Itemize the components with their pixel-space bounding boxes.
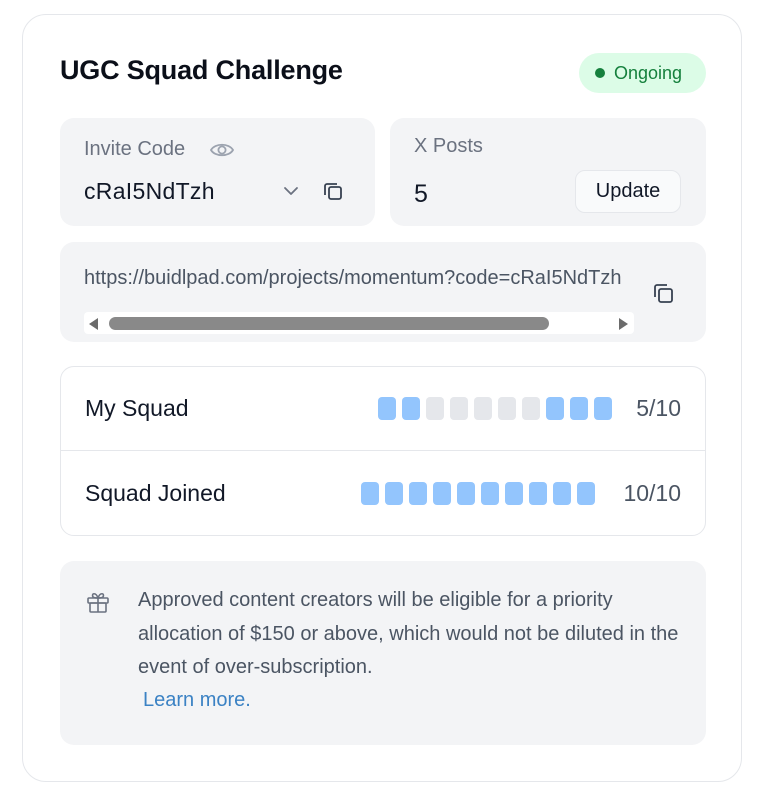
copy-icon[interactable] xyxy=(321,179,345,203)
x-posts-label: X Posts xyxy=(414,135,483,157)
squad-segment-empty xyxy=(498,397,516,420)
squad-progress-segments xyxy=(361,482,595,505)
scrollbar-thumb[interactable] xyxy=(109,317,549,330)
squad-segment-filled xyxy=(546,397,564,420)
squad-row-label: Squad Joined xyxy=(85,480,226,506)
scroll-right-arrow-icon[interactable] xyxy=(619,318,628,330)
squad-segment-filled xyxy=(594,397,612,420)
squad-segment-filled xyxy=(577,482,595,505)
squad-row-squad-joined: Squad Joined 10/10 xyxy=(61,452,705,536)
invite-code-value: cRaI5NdTzh xyxy=(84,178,215,204)
squad-segment-empty xyxy=(522,397,540,420)
squad-row-my-squad: My Squad 5/10 xyxy=(61,367,705,451)
squad-segment-filled xyxy=(529,482,547,505)
squad-segment-filled xyxy=(378,397,396,420)
squad-segment-filled xyxy=(361,482,379,505)
x-posts-panel: X Posts 5 Update xyxy=(390,118,706,226)
squad-segment-filled xyxy=(553,482,571,505)
squad-row-count: 5/10 xyxy=(636,395,681,421)
x-posts-count: 5 xyxy=(414,180,428,208)
status-label: Ongoing xyxy=(614,62,683,83)
copy-url-icon[interactable] xyxy=(650,280,676,306)
squad-segment-filled xyxy=(385,482,403,505)
squad-segment-filled xyxy=(570,397,588,420)
referral-url-panel: https://buidlpad.com/projects/momentum?c… xyxy=(60,242,706,342)
squad-segment-filled xyxy=(433,482,451,505)
card-title: UGC Squad Challenge xyxy=(60,55,343,85)
squad-segment-filled xyxy=(457,482,475,505)
eye-icon[interactable] xyxy=(209,139,235,161)
status-dot-icon xyxy=(595,68,605,78)
referral-url-scroller[interactable]: https://buidlpad.com/projects/momentum?c… xyxy=(84,267,634,291)
squad-segment-empty xyxy=(474,397,492,420)
squad-segment-filled xyxy=(505,482,523,505)
info-panel: Approved content creators will be eligib… xyxy=(60,561,706,745)
squad-progress-segments xyxy=(378,397,612,420)
chevron-down-icon[interactable] xyxy=(282,184,300,198)
invite-code-panel: Invite Code cRaI5NdTzh xyxy=(60,118,375,226)
squad-segment-filled xyxy=(481,482,499,505)
squad-row-label: My Squad xyxy=(85,395,189,421)
gift-icon xyxy=(87,592,109,613)
squad-segment-filled xyxy=(409,482,427,505)
invite-code-label: Invite Code xyxy=(84,138,186,160)
info-text: Approved content creators will be eligib… xyxy=(138,589,679,678)
horizontal-scrollbar[interactable] xyxy=(84,312,634,334)
squad-segment-empty xyxy=(450,397,468,420)
referral-url-text: https://buidlpad.com/projects/momentum?c… xyxy=(84,267,622,289)
squad-row-count: 10/10 xyxy=(623,480,681,506)
squad-progress-panel: My Squad 5/10 Squad Joined 10/10 xyxy=(60,366,706,536)
scroll-left-arrow-icon[interactable] xyxy=(89,318,98,330)
update-button[interactable]: Update xyxy=(575,170,681,213)
learn-more-link[interactable]: Learn more. xyxy=(143,689,251,712)
ugc-squad-challenge-card: UGC Squad Challenge Ongoing Invite Code … xyxy=(22,14,742,782)
squad-segment-filled xyxy=(402,397,420,420)
status-badge: Ongoing xyxy=(579,53,706,93)
squad-segment-empty xyxy=(426,397,444,420)
